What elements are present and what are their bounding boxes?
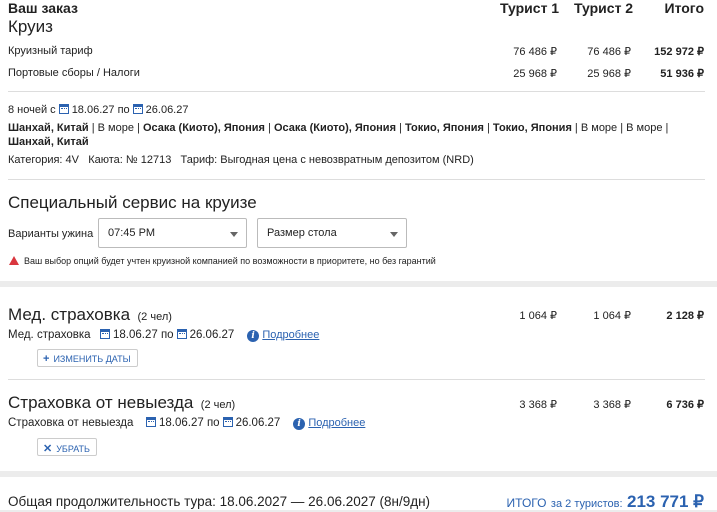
calendar-icon <box>99 329 110 339</box>
table-size-placeholder: Размер стола <box>267 227 337 239</box>
med-count: (2 чел) <box>137 311 172 323</box>
calendar-icon <box>222 417 233 427</box>
chevron-down-icon <box>390 232 398 237</box>
divider <box>8 179 705 180</box>
change-dates-label: ИЗМЕНИТЬ ДАТЫ <box>53 354 131 364</box>
route-port: Осака (Киото), Япония <box>142 122 265 134</box>
summary-bar: Общая продолжительность тура: 18.06.2027… <box>0 477 717 512</box>
med-mid: по <box>160 329 174 341</box>
cabin-label: Каюта: № <box>88 154 138 166</box>
table-size-select[interactable]: Размер стола <box>257 218 407 248</box>
row-label: Портовые сборы / Налоги <box>8 67 140 79</box>
row-total: 152 972 ₽ <box>654 46 704 58</box>
category-value: 4V <box>65 154 80 166</box>
tour-duration: Общая продолжительность тура: 18.06.2027… <box>8 494 431 509</box>
cancel-t2: 3 368 ₽ <box>593 399 631 411</box>
med-details: Мед. страховка 18.06.27 по 26.06.27 i Под… <box>8 329 319 342</box>
cancel-date-to: 26.06.27 <box>235 417 281 429</box>
dinner-select[interactable]: 07:45 PM <box>98 218 247 248</box>
med-more-link[interactable]: Подробнее <box>262 329 319 341</box>
tariff-value: Выгодная цена с невозвратным депозитом (… <box>220 154 474 166</box>
route-port: Токио, Япония <box>404 122 484 134</box>
grand-total: ИТОГО за 2 туристов: 213 771 ₽ <box>507 492 704 512</box>
col-tourist2: Турист 2 <box>574 0 634 16</box>
route-port: В море <box>97 122 134 134</box>
cancel-count: (2 чел) <box>200 399 236 411</box>
cabin-info: Категория: 4V Каюта: № 12713 Тариф: Выго… <box>8 154 474 166</box>
cancel-total: 6 736 ₽ <box>666 399 704 411</box>
calendar-icon <box>132 104 143 114</box>
cruise-dates: 8 ночей с 18.06.27 по 26.06.27 <box>8 104 188 116</box>
route-port: В море <box>626 122 663 134</box>
calendar-icon <box>58 104 69 114</box>
cancel-mid: по <box>206 417 220 429</box>
route-port: Шанхай, Китай <box>8 122 89 134</box>
remove-label: УБРАТЬ <box>56 444 90 454</box>
total-label: ИТОГО <box>506 496 547 510</box>
tariff-label: Тариф: <box>180 154 218 166</box>
close-icon: ✕ <box>43 443 53 455</box>
date-from: 18.06.27 <box>71 104 115 116</box>
med-date-to: 26.06.27 <box>189 329 235 341</box>
cancel-details: Страховка от невыезда 18.06.27 по 26.06.2… <box>8 417 365 430</box>
med-insurance-title: Мед. страховка (2 чел) <box>8 305 172 324</box>
cancel-insurance-title: Страховка от невыезда (2 чел) <box>8 393 236 412</box>
route-port: Шанхай, Китай <box>8 136 89 148</box>
route-port: Осака (Киото), Япония <box>273 122 396 134</box>
med-total: 2 128 ₽ <box>666 310 704 322</box>
insurance-card: Мед. страховка (2 чел) 1 064 ₽ 1 064 ₽ 2… <box>0 287 717 471</box>
chevron-down-icon <box>230 232 238 237</box>
plus-icon: + <box>43 353 50 365</box>
cancel-more-link[interactable]: Подробнее <box>308 417 365 429</box>
category-label: Категория: <box>8 154 63 166</box>
dates-mid: по <box>117 104 130 116</box>
route-port: Токио, Япония <box>492 122 572 134</box>
cancel-date-from: 18.06.27 <box>158 417 204 429</box>
row-t1: 25 968 ₽ <box>513 68 557 80</box>
med-t2: 1 064 ₽ <box>593 310 631 322</box>
total-for: за 2 туристов: <box>550 498 623 510</box>
dinner-value: 07:45 PM <box>108 227 156 239</box>
med-t1: 1 064 ₽ <box>519 310 557 322</box>
row-total: 51 936 ₽ <box>660 68 704 80</box>
calendar-icon <box>176 329 187 339</box>
info-icon: i <box>293 418 306 430</box>
change-dates-button[interactable]: + ИЗМЕНИТЬ ДАТЫ <box>37 349 138 367</box>
med-sub-label: Мед. страховка <box>8 329 91 341</box>
divider <box>8 379 705 380</box>
dates-prefix: 8 ночей с <box>8 104 56 116</box>
section-cruise: Круиз <box>8 17 53 36</box>
divider <box>8 91 705 92</box>
col-tourist1: Турист 1 <box>500 0 560 16</box>
col-total: Итого <box>664 0 704 16</box>
info-icon: i <box>247 330 260 342</box>
total-value: 213 771 ₽ <box>627 492 704 511</box>
med-date-from: 18.06.27 <box>112 329 158 341</box>
service-title: Специальный сервис на круизе <box>8 193 257 212</box>
dinner-label: Варианты ужина <box>8 228 94 240</box>
warning-icon <box>9 256 19 265</box>
row-t1: 76 486 ₽ <box>513 46 557 58</box>
route-port: В море <box>580 122 618 134</box>
warning-text: Ваш выбор опций будет учтен круизной ком… <box>24 256 436 266</box>
order-card: Ваш заказ Турист 1 Турист 2 Итого Круиз … <box>0 0 717 281</box>
row-t2: 76 486 ₽ <box>587 46 631 58</box>
cancel-t1: 3 368 ₽ <box>519 399 557 411</box>
service-warning: Ваш выбор опций будет учтен круизной ком… <box>9 256 436 266</box>
remove-button[interactable]: ✕ УБРАТЬ <box>37 438 97 456</box>
cruise-route: Шанхай, Китай | В море | Осака (Киото), … <box>8 122 669 148</box>
date-to: 26.06.27 <box>145 104 189 116</box>
order-title: Ваш заказ <box>8 0 78 16</box>
row-t2: 25 968 ₽ <box>587 68 631 80</box>
calendar-icon <box>145 417 156 427</box>
row-label: Круизный тариф <box>8 45 93 57</box>
cancel-sub-label: Страховка от невыезда <box>8 417 134 429</box>
cabin-value: 12713 <box>140 154 172 166</box>
